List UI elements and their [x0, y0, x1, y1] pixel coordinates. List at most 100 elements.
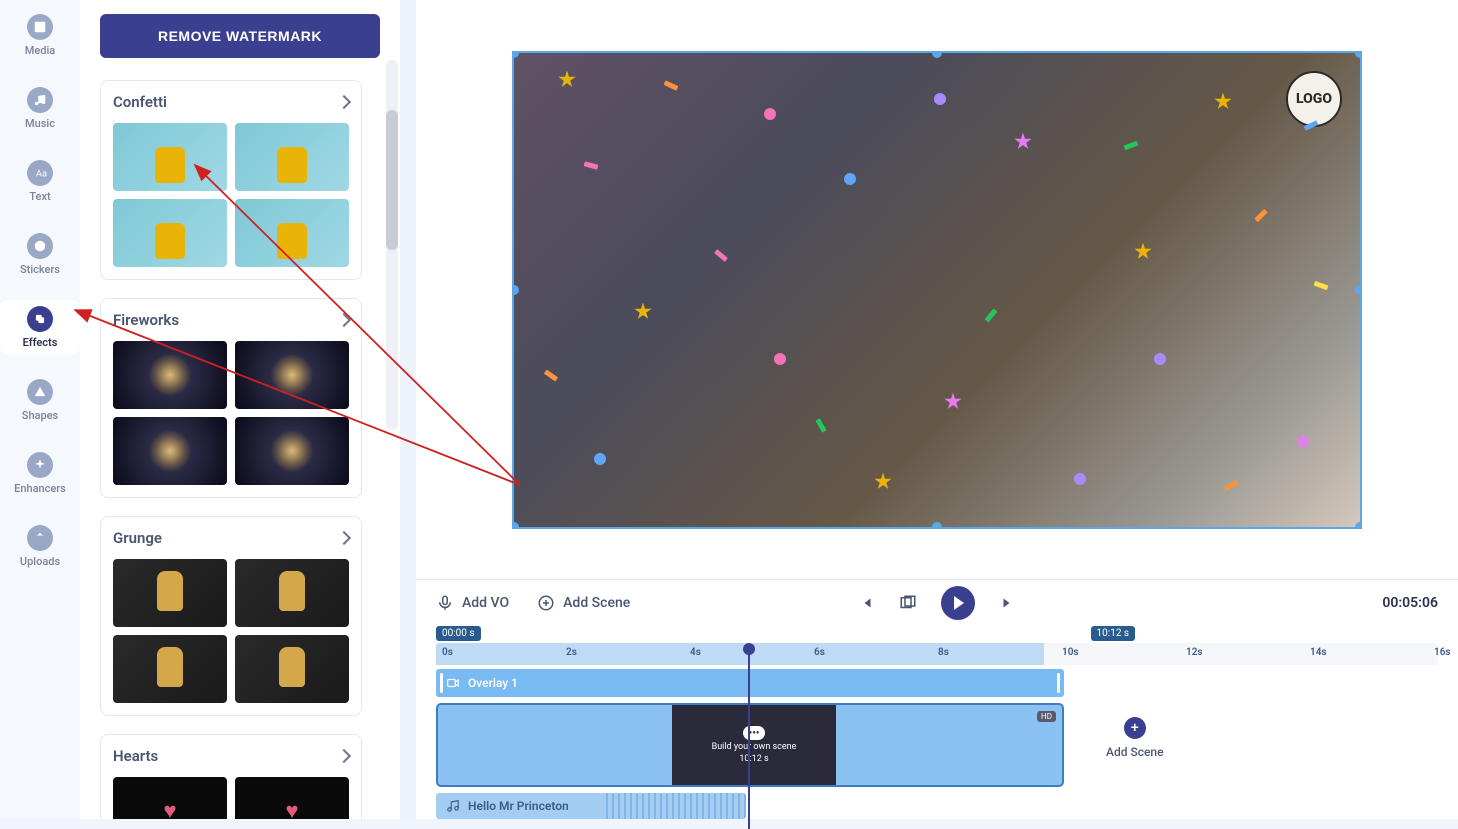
playhead[interactable] [748, 651, 750, 829]
sidebar-label: Text [29, 190, 50, 203]
resize-handle[interactable] [512, 51, 519, 58]
effect-thumb[interactable] [235, 777, 349, 819]
ruler-tick: 0s [442, 647, 453, 658]
scrollbar-thumb[interactable] [386, 110, 398, 250]
sidebar-label: Uploads [20, 555, 60, 568]
preview-canvas: LOGO [416, 0, 1458, 579]
ruler-tick: 16s [1434, 647, 1451, 658]
remove-watermark-button[interactable]: REMOVE WATERMARK [100, 14, 380, 58]
add-scene-button[interactable]: Add Scene [537, 594, 630, 612]
category-header[interactable]: Fireworks [113, 311, 349, 329]
confetti-icon [714, 249, 728, 262]
category-header[interactable]: Hearts [113, 747, 349, 765]
uploads-icon [27, 525, 53, 551]
confetti-icon [664, 80, 679, 90]
effects-icon [27, 306, 53, 332]
effect-category-grunge: Grunge [100, 516, 362, 716]
timeline-ruler[interactable]: 0s 2s 4s 6s 8s 10s 12s 14s 16s [436, 643, 1438, 665]
resize-handle[interactable] [1355, 522, 1362, 529]
effect-category-confetti: Confetti [100, 80, 362, 280]
sidebar-item-text[interactable]: Aa Text [0, 154, 80, 209]
chevron-right-icon [337, 531, 351, 545]
confetti-icon [874, 473, 892, 491]
icon-sidebar: Media Music Aa Text Stickers Effects Sha… [0, 0, 80, 819]
confetti-icon [774, 353, 786, 365]
image-icon [27, 14, 53, 40]
confetti-icon [944, 393, 962, 411]
button-label: Add Scene [563, 595, 630, 611]
effect-thumb[interactable] [235, 559, 349, 627]
sidebar-item-media[interactable]: Media [0, 8, 80, 63]
confetti-icon [1154, 353, 1166, 365]
effect-category-fireworks: Fireworks [100, 298, 362, 498]
category-header[interactable]: Confetti [113, 93, 349, 111]
ruler-tick: 8s [938, 647, 949, 658]
track-scene[interactable]: HD ••• Build your own scene 10:12 s [436, 703, 1064, 787]
add-vo-button[interactable]: Add VO [436, 594, 509, 612]
effect-thumb[interactable] [113, 199, 227, 267]
hd-badge: HD [1037, 711, 1056, 722]
mic-icon [436, 594, 454, 612]
resize-handle[interactable] [512, 522, 519, 529]
scene-time: 10:12 s [739, 754, 768, 764]
confetti-icon [815, 418, 826, 433]
track-overlay[interactable]: Overlay 1 [436, 669, 1064, 697]
add-scene-plus-button[interactable]: + [1124, 717, 1146, 739]
effect-thumb[interactable] [235, 417, 349, 485]
sidebar-item-enhancers[interactable]: Enhancers [0, 446, 80, 501]
resize-handle[interactable] [932, 522, 942, 529]
ruler-tick: 10s [1062, 647, 1079, 658]
skip-next-icon[interactable] [999, 594, 1017, 612]
shapes-icon [27, 379, 53, 405]
effect-thumb[interactable] [235, 199, 349, 267]
sidebar-label: Stickers [20, 263, 60, 276]
effect-thumb[interactable] [235, 123, 349, 191]
preview-video-frame[interactable]: LOGO [512, 51, 1362, 529]
resize-handle[interactable] [512, 285, 519, 295]
effect-thumb[interactable] [113, 123, 227, 191]
effect-thumb[interactable] [113, 635, 227, 703]
effect-thumb[interactable] [113, 417, 227, 485]
ruler-tick: 14s [1310, 647, 1327, 658]
chevron-right-icon [337, 313, 351, 327]
storyboard-icon[interactable] [899, 594, 917, 612]
effect-thumb[interactable] [113, 559, 227, 627]
sidebar-item-shapes[interactable]: Shapes [0, 373, 80, 428]
track-audio[interactable]: Hello Mr Princeton [436, 793, 746, 819]
sidebar-item-music[interactable]: Music [0, 81, 80, 136]
resize-handle[interactable] [1355, 285, 1362, 295]
effect-thumb[interactable] [235, 635, 349, 703]
play-button[interactable] [941, 586, 975, 620]
sidebar-item-stickers[interactable]: Stickers [0, 227, 80, 282]
clip-handle[interactable] [1057, 673, 1060, 693]
category-title: Fireworks [113, 311, 179, 329]
confetti-icon [584, 161, 599, 169]
duration-display: 00:05:06 [1382, 595, 1438, 611]
resize-handle[interactable] [932, 51, 942, 58]
effect-thumb[interactable] [235, 341, 349, 409]
ellipsis-icon[interactable]: ••• [743, 726, 765, 740]
chevron-right-icon [337, 749, 351, 763]
sidebar-item-effects[interactable]: Effects [0, 300, 80, 355]
confetti-icon [1074, 473, 1086, 485]
time-start-chip: 00:00 s [436, 626, 481, 641]
effect-thumb[interactable] [113, 341, 227, 409]
sidebar-item-uploads[interactable]: Uploads [0, 519, 80, 574]
confetti-icon [594, 453, 606, 465]
confetti-icon [844, 173, 856, 185]
category-header[interactable]: Grunge [113, 529, 349, 547]
text-icon: Aa [27, 160, 53, 186]
effect-thumb[interactable] [113, 777, 227, 819]
confetti-icon [1214, 93, 1232, 111]
ruler-tick: 4s [690, 647, 701, 658]
effects-panel: REMOVE WATERMARK Confetti Fireworks Grun… [80, 0, 400, 819]
skip-prev-icon[interactable] [857, 594, 875, 612]
waveform [606, 793, 746, 819]
clip-handle[interactable] [440, 673, 443, 693]
sidebar-label: Effects [23, 336, 58, 349]
timeline-toolbar: Add VO Add Scene 00:05:06 [436, 594, 1438, 612]
resize-handle[interactable] [1355, 51, 1362, 58]
confetti-icon [934, 93, 946, 105]
category-title: Hearts [113, 747, 158, 765]
confetti-icon [1314, 280, 1329, 289]
